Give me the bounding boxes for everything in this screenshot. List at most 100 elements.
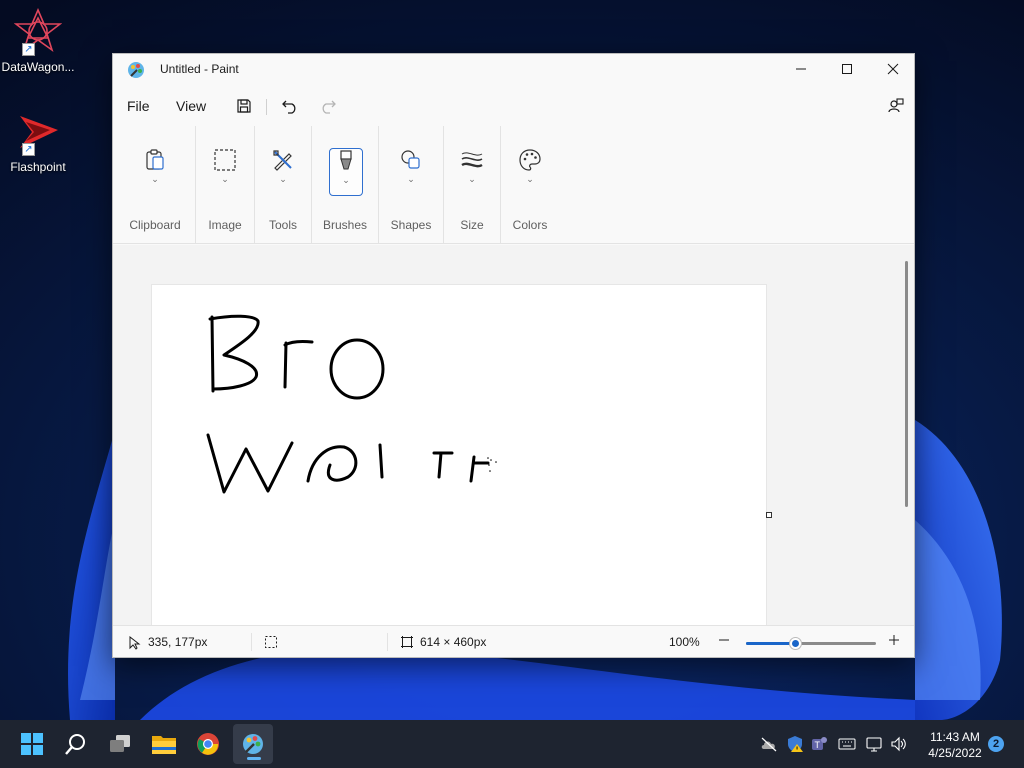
tools-icon bbox=[273, 150, 292, 171]
start-button[interactable] bbox=[12, 724, 52, 764]
selection-size-icon bbox=[265, 636, 277, 648]
canvas-resize-handle[interactable] bbox=[766, 512, 772, 518]
onedrive-icon[interactable] bbox=[760, 735, 778, 753]
brushes-button[interactable]: ⌄ bbox=[329, 148, 363, 196]
cursor-position-icon bbox=[129, 636, 141, 650]
tools-button[interactable]: ⌄ bbox=[266, 148, 300, 196]
colors-button[interactable]: ⌄ bbox=[513, 148, 547, 196]
flashpoint-icon: ↗ bbox=[14, 108, 62, 156]
clipboard-icon bbox=[146, 149, 164, 170]
desktop-icon-label: Flashpoint bbox=[10, 160, 66, 174]
account-icon bbox=[888, 98, 904, 113]
active-app-indicator bbox=[247, 757, 261, 760]
vertical-scrollbar[interactable] bbox=[905, 261, 908, 507]
paint-icon bbox=[243, 734, 263, 754]
account-button[interactable] bbox=[884, 94, 908, 118]
chrome-button[interactable] bbox=[188, 724, 228, 764]
notification-badge[interactable]: 2 bbox=[988, 736, 1004, 752]
plus-icon bbox=[889, 635, 899, 645]
clock[interactable]: 11:43 AM 4/25/2022 bbox=[920, 729, 990, 761]
redo-button[interactable] bbox=[316, 94, 340, 118]
ribbon-group-tools: ⌄ Tools bbox=[255, 126, 311, 244]
zoom-slider-thumb[interactable] bbox=[789, 637, 803, 650]
svg-text:T: T bbox=[815, 740, 821, 750]
ribbon-group-size: ⌄ Size bbox=[444, 126, 500, 244]
size-button[interactable]: ⌄ bbox=[455, 148, 489, 196]
search-button[interactable] bbox=[56, 724, 96, 764]
status-bar: 335, 177px 614 × 460px 100% bbox=[113, 625, 914, 657]
search-icon bbox=[65, 734, 85, 755]
save-button[interactable] bbox=[232, 94, 256, 118]
shortcut-arrow-icon: ↗ bbox=[22, 43, 35, 56]
chevron-down-icon: ⌄ bbox=[279, 174, 287, 184]
paint-window: Untitled - Paint File View ⌄ Clipboard ⌄… bbox=[112, 53, 915, 658]
ribbon-group-shapes: ⌄ Shapes bbox=[379, 126, 443, 244]
chevron-down-icon: ⌄ bbox=[151, 174, 159, 184]
maximize-button[interactable] bbox=[824, 54, 870, 84]
selection-button[interactable]: ⌄ bbox=[208, 148, 242, 196]
start-icon bbox=[21, 733, 43, 755]
minimize-button[interactable] bbox=[778, 54, 824, 84]
canvas-size-icon bbox=[401, 636, 413, 648]
minimize-icon bbox=[796, 68, 806, 70]
chevron-down-icon: ⌄ bbox=[407, 174, 415, 184]
paint-app-icon bbox=[127, 61, 145, 79]
maximize-icon bbox=[842, 64, 852, 74]
redo-icon bbox=[322, 100, 336, 114]
desktop-icon-label: DataWagon... bbox=[1, 60, 75, 74]
minus-icon bbox=[719, 639, 729, 641]
undo-icon bbox=[282, 100, 296, 114]
task-view-button[interactable] bbox=[100, 724, 140, 764]
ribbon-group-clipboard: ⌄ Clipboard bbox=[121, 126, 189, 244]
ribbon-group-brushes: ⌄ Brushes bbox=[312, 126, 378, 244]
undo-button[interactable] bbox=[278, 94, 302, 118]
network-icon[interactable] bbox=[866, 736, 884, 752]
security-warning-icon[interactable] bbox=[786, 735, 804, 753]
zoom-level[interactable]: 100% bbox=[669, 635, 700, 649]
ribbon-group-label: Size bbox=[460, 218, 484, 232]
volume-icon[interactable] bbox=[890, 736, 908, 752]
ribbon-group-image: ⌄ Image bbox=[196, 126, 254, 244]
size-icon bbox=[461, 152, 483, 168]
brush-icon bbox=[340, 150, 352, 170]
ribbon-group-label: Shapes bbox=[390, 218, 432, 232]
chevron-down-icon: ⌄ bbox=[221, 174, 229, 184]
clock-time: 11:43 AM bbox=[930, 730, 980, 744]
ribbon-group-label: Image bbox=[208, 218, 242, 232]
shortcut-arrow-icon: ↗ bbox=[22, 143, 35, 156]
zoom-in-button[interactable] bbox=[888, 632, 900, 649]
zoom-slider[interactable] bbox=[746, 637, 876, 650]
ribbon-group-label: Tools bbox=[268, 218, 297, 232]
ribbon-group-label: Colors bbox=[512, 218, 548, 232]
ribbon-group-colors: ⌄ Colors bbox=[501, 126, 559, 244]
desktop-shortcut-datawagon[interactable]: ↗ DataWagon... bbox=[0, 7, 76, 74]
file-explorer-button[interactable] bbox=[144, 724, 184, 764]
canvas-workspace bbox=[113, 245, 914, 625]
zoom-out-button[interactable] bbox=[718, 632, 730, 649]
canvas-size: 614 × 460px bbox=[420, 635, 487, 649]
close-button[interactable] bbox=[870, 54, 916, 84]
title-bar[interactable]: Untitled - Paint bbox=[113, 54, 914, 86]
file-explorer-icon bbox=[152, 736, 176, 754]
ribbon-group-label: Clipboard bbox=[129, 218, 181, 232]
shapes-button[interactable]: ⌄ bbox=[394, 148, 428, 196]
shapes-icon bbox=[401, 150, 420, 169]
chevron-down-icon: ⌄ bbox=[342, 175, 350, 185]
ribbon: ⌄ Clipboard ⌄ Image ⌄ Tools ⌄ Brushes ⌄ … bbox=[113, 126, 914, 244]
clipboard-button[interactable]: ⌄ bbox=[138, 148, 172, 196]
menu-bar: File View bbox=[113, 87, 914, 125]
window-title: Untitled - Paint bbox=[160, 62, 239, 76]
close-icon bbox=[887, 63, 899, 75]
toolbar-divider bbox=[266, 99, 267, 115]
save-icon bbox=[237, 99, 251, 113]
keyboard-icon[interactable] bbox=[838, 737, 856, 751]
chevron-down-icon: ⌄ bbox=[468, 174, 476, 184]
status-divider bbox=[251, 633, 252, 651]
file-menu[interactable]: File bbox=[127, 98, 150, 114]
drawing-canvas[interactable] bbox=[152, 285, 766, 625]
teams-icon[interactable]: T bbox=[810, 735, 828, 753]
status-divider bbox=[387, 633, 388, 651]
cursor-position: 335, 177px bbox=[148, 635, 208, 649]
view-menu[interactable]: View bbox=[176, 98, 206, 114]
desktop-shortcut-flashpoint[interactable]: ↗ Flashpoint bbox=[0, 108, 76, 174]
